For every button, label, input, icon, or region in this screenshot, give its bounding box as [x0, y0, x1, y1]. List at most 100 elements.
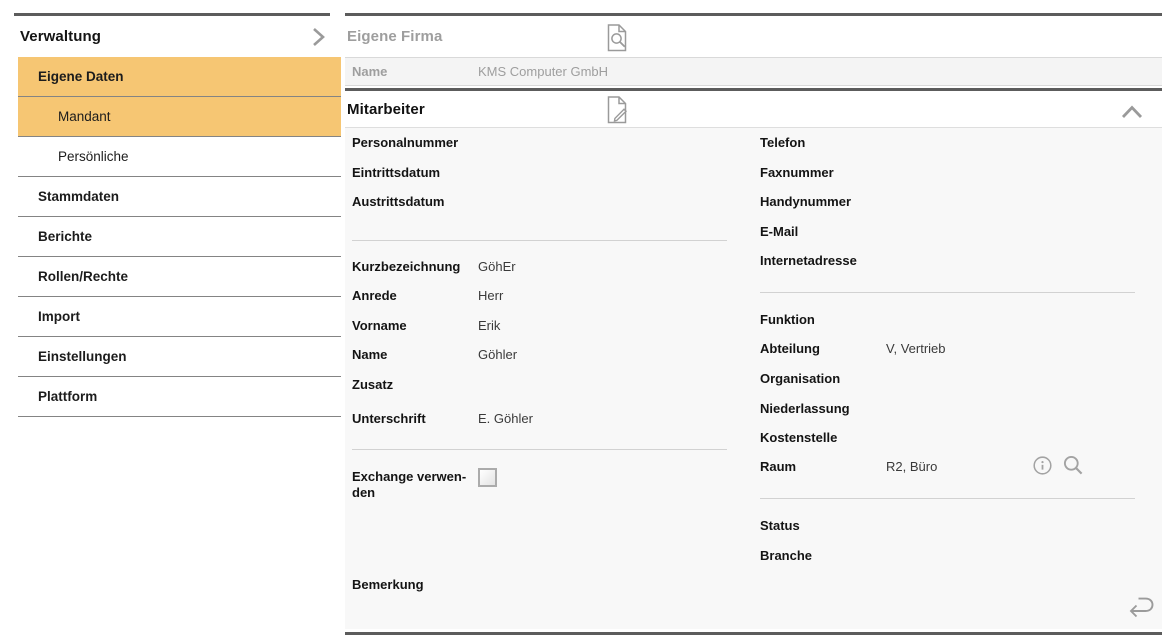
field-value[interactable]: Göhler — [478, 347, 598, 363]
employee-section-header: Mitarbeiter — [345, 91, 1162, 127]
sidebar-nav: Eigene Daten Mandant Persönliche Stammda… — [18, 57, 341, 417]
field-row-faxnummer: Faxnummer — [760, 165, 1135, 181]
field-value[interactable]: R2, Büro — [886, 459, 1006, 475]
field-row-kurzbezeichnung: KurzbezeichnungGöhEr — [352, 259, 727, 275]
chevron-right-icon[interactable] — [308, 25, 330, 49]
field-row-niederlassung: Niederlassung — [760, 401, 1135, 417]
field-row-kostenstelle: Kostenstelle — [760, 430, 1135, 446]
field-value[interactable] — [886, 165, 1006, 180]
field-label: Status — [760, 518, 886, 534]
sidebar-title: Verwaltung — [14, 28, 101, 45]
field-row-branche: Branche — [760, 548, 1135, 564]
field-row-zusatz: Zusatz — [352, 377, 727, 393]
field-value[interactable] — [886, 401, 1006, 416]
field-label: Branche — [760, 548, 886, 564]
field-row-internetadresse: Internetadresse — [760, 253, 1135, 269]
field-label: Handynummer — [760, 194, 886, 210]
employee-form: Personalnummer Eintrittsdatum Austrittsd… — [345, 127, 1162, 629]
sidebar-item-import[interactable]: Import — [18, 297, 341, 337]
field-label: Name — [352, 347, 478, 363]
field-value[interactable] — [886, 518, 1006, 533]
sidebar-item-stammdaten[interactable]: Stammdaten — [18, 177, 341, 217]
sidebar-item-label: Eigene Daten — [38, 69, 124, 84]
field-row-eintrittsdatum: Eintrittsdatum — [352, 165, 727, 181]
field-label: E-Mail — [760, 224, 886, 240]
field-label: Vorname — [352, 318, 478, 334]
field-row-funktion: Funktion — [760, 312, 1135, 328]
sidebar-item-einstellungen[interactable]: Einstellungen — [18, 337, 341, 377]
field-label: Zusatz — [352, 377, 478, 393]
field-label: Personalnummer — [352, 135, 478, 151]
field-value[interactable] — [886, 253, 1006, 268]
field-value[interactable] — [886, 312, 1006, 327]
field-value[interactable] — [478, 135, 598, 150]
field-label: Austrittsdatum — [352, 194, 478, 210]
field-value[interactable] — [886, 371, 1006, 386]
bottom-border — [345, 632, 1162, 635]
field-value[interactable]: V, Vertrieb — [886, 341, 1006, 357]
field-value[interactable]: Erik — [478, 318, 598, 334]
sidebar-item-mandant[interactable]: Mandant — [18, 97, 341, 137]
field-label: Unterschrift — [352, 411, 478, 427]
group-divider — [760, 498, 1135, 499]
search-icon[interactable] — [1062, 454, 1084, 476]
field-label: Kurzbezeichnung — [352, 259, 478, 275]
company-name-value: KMS Computer GmbH — [478, 64, 608, 79]
sidebar-item-label: Mandant — [58, 109, 111, 124]
document-search-icon[interactable] — [603, 23, 631, 53]
sidebar-item-rollen-rechte[interactable]: Rollen/Rechte — [18, 257, 341, 297]
undo-arrow-icon[interactable] — [1124, 594, 1156, 620]
sidebar-item-persoenliche[interactable]: Persönliche — [18, 137, 341, 177]
main-panel: Eigene Firma Name KMS Computer GmbH Mita… — [345, 13, 1162, 635]
field-value[interactable] — [478, 165, 598, 180]
sidebar-item-label: Berichte — [38, 229, 92, 244]
employee-section-title: Mitarbeiter — [345, 101, 425, 118]
group-divider — [760, 292, 1135, 293]
field-value[interactable] — [886, 430, 1006, 445]
field-row-handynummer: Handynummer — [760, 194, 1135, 210]
field-value[interactable] — [478, 577, 598, 592]
sidebar-item-eigene-daten[interactable]: Eigene Daten — [18, 57, 341, 97]
field-label: Exchange verwen- den — [352, 469, 478, 501]
field-label: Internetadresse — [760, 253, 886, 269]
field-value[interactable] — [478, 194, 598, 209]
field-row-austrittsdatum: Austrittsdatum — [352, 194, 727, 210]
sidebar-item-plattform[interactable]: Plattform — [18, 377, 341, 417]
field-label: Anrede — [352, 288, 478, 304]
raum-field-icons — [1032, 454, 1084, 476]
sidebar-item-berichte[interactable]: Berichte — [18, 217, 341, 257]
sidebar-item-label: Import — [38, 309, 80, 324]
field-value[interactable] — [886, 135, 1006, 150]
field-value[interactable] — [886, 224, 1006, 239]
field-label: Organisation — [760, 371, 886, 387]
form-column-right: Telefon Faxnummer Handynummer E-Mail Int… — [760, 128, 1135, 629]
group-divider — [352, 449, 727, 450]
company-section-header[interactable]: Eigene Firma — [345, 16, 1162, 57]
company-name-row: Name KMS Computer GmbH — [345, 57, 1162, 86]
field-value[interactable]: GöhEr — [478, 259, 598, 275]
field-value[interactable]: Herr — [478, 288, 598, 304]
field-label: Raum — [760, 459, 886, 475]
field-row-anrede: AnredeHerr — [352, 288, 727, 304]
field-row-abteilung: AbteilungV, Vertrieb — [760, 341, 1135, 357]
field-row-unterschrift: UnterschriftE. Göhler — [352, 411, 727, 427]
sidebar: Verwaltung Eigene Daten Mandant Persönli… — [0, 13, 341, 417]
field-value[interactable] — [478, 377, 598, 392]
document-edit-icon[interactable] — [603, 95, 631, 125]
field-label: Bemerkung — [352, 577, 478, 593]
field-value[interactable] — [886, 548, 1006, 563]
company-name-label: Name — [345, 64, 478, 79]
field-value[interactable] — [886, 194, 1006, 209]
field-value[interactable]: E. Göhler — [478, 411, 598, 427]
group-divider — [352, 240, 727, 241]
field-row-vorname: VornameErik — [352, 318, 727, 334]
field-label: Kostenstelle — [760, 430, 886, 446]
sidebar-item-label: Einstellungen — [38, 349, 127, 364]
field-label: Faxnummer — [760, 165, 886, 181]
sidebar-item-label: Rollen/Rechte — [38, 269, 128, 284]
sidebar-item-label: Persönliche — [58, 149, 129, 164]
info-icon[interactable] — [1032, 455, 1053, 476]
chevron-up-icon[interactable] — [1120, 104, 1144, 119]
field-row-organisation: Organisation — [760, 371, 1135, 387]
exchange-checkbox[interactable] — [478, 468, 497, 487]
